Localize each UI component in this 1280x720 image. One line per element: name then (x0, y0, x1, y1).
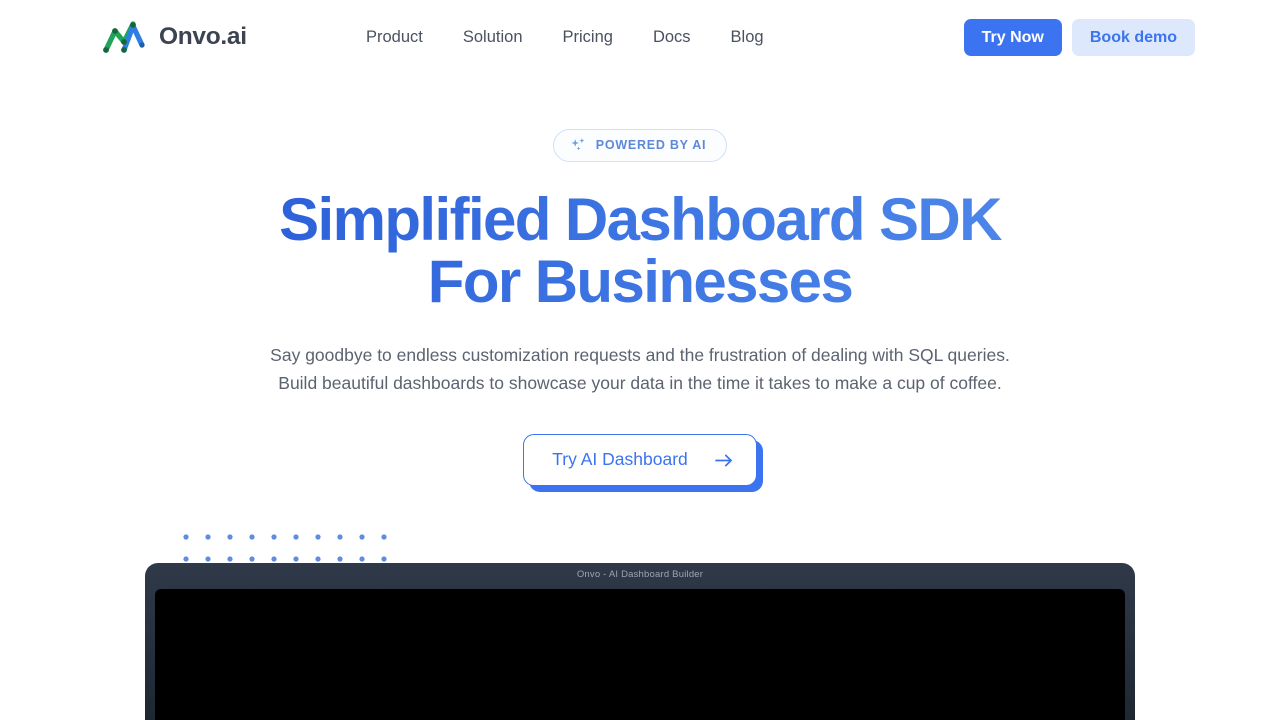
nav-item-blog[interactable]: Blog (711, 25, 784, 49)
nav-item-pricing[interactable]: Pricing (543, 25, 633, 49)
brand-name: Onvo.ai (159, 22, 247, 50)
try-now-button[interactable]: Try Now (963, 19, 1062, 56)
cta-shadow-layer: Try AI Dashboard (523, 434, 763, 492)
page-title: Simplified Dashboard SDK For Businesses (0, 190, 1280, 312)
main-navigation: Product Solution Pricing Docs Blog (366, 25, 784, 49)
brand-logo-link[interactable]: Onvo.ai (100, 18, 247, 56)
headline-line-2: For Businesses (427, 248, 853, 315)
header-actions: Try Now Book demo (963, 19, 1195, 56)
hero-section: POWERED BY AI Simplified Dashboard SDK F… (0, 74, 1280, 492)
mockup-screen-area (155, 589, 1125, 720)
badge-label: POWERED BY AI (595, 138, 707, 153)
nav-item-product[interactable]: Product (366, 25, 443, 49)
try-ai-dashboard-button[interactable]: Try AI Dashboard (523, 434, 757, 486)
book-demo-button[interactable]: Book demo (1071, 19, 1195, 56)
powered-by-ai-badge[interactable]: POWERED BY AI (552, 129, 728, 162)
mockup-window-title: Onvo - AI Dashboard Builder (576, 568, 704, 580)
arrow-right-icon (714, 452, 734, 469)
landing-page: Onvo.ai Product Solution Pricing Docs Bl… (0, 0, 1280, 720)
hero-subtitle: Say goodbye to endless customization req… (270, 345, 1010, 393)
nav-item-solution[interactable]: Solution (443, 25, 543, 49)
dashboard-browser-mockup: Onvo - AI Dashboard Builder (145, 563, 1135, 720)
cta-label: Try AI Dashboard (552, 449, 688, 470)
headline-line-1: Simplified Dashboard SDK (279, 186, 1001, 253)
mockup-titlebar: Onvo - AI Dashboard Builder (145, 563, 1135, 586)
nav-item-docs[interactable]: Docs (633, 25, 711, 49)
hero-cta-container: Try AI Dashboard (0, 434, 1280, 492)
sparkles-icon (570, 137, 587, 154)
onvo-zigzag-chart-logo-icon (100, 18, 150, 56)
site-header: Onvo.ai Product Solution Pricing Docs Bl… (0, 0, 1280, 74)
